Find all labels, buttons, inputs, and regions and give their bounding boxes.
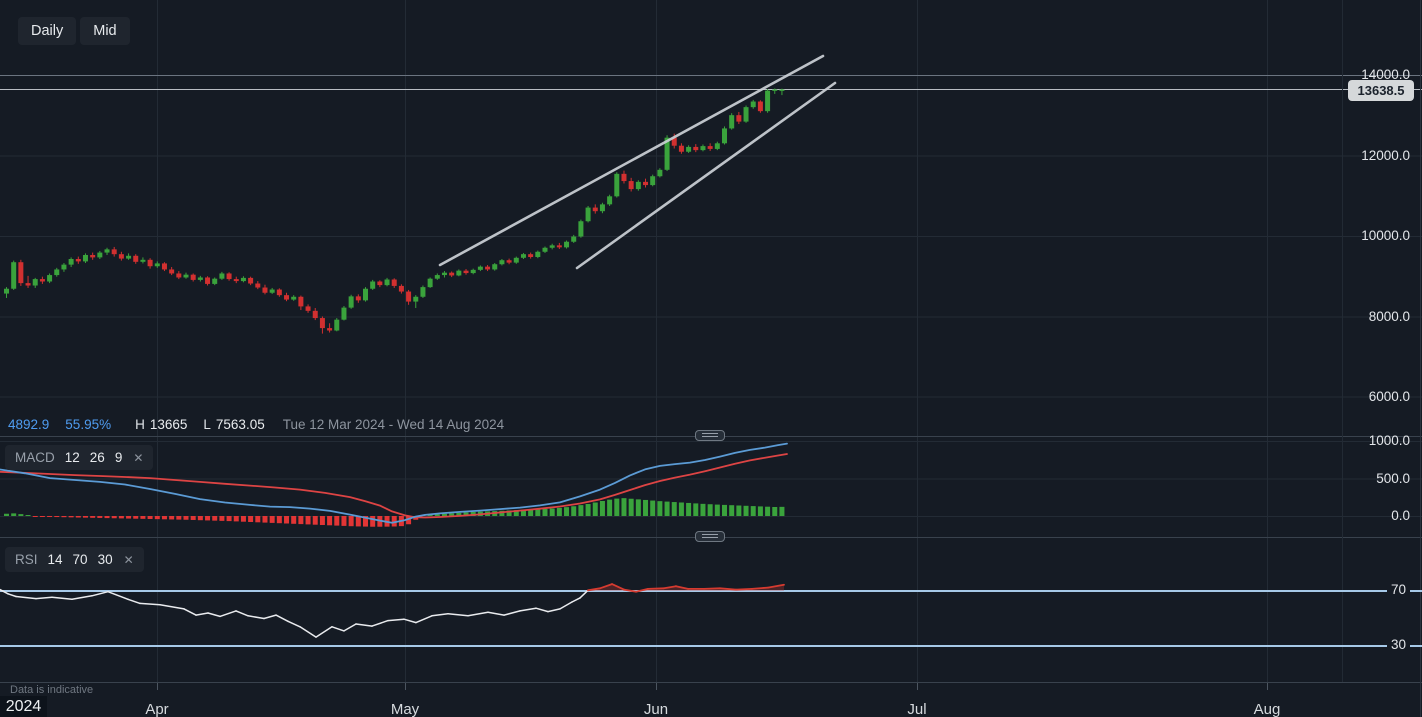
month-label: Jul	[887, 701, 947, 717]
change-value: 4892.9	[8, 417, 49, 432]
panel-resize-handle-rsi[interactable]	[695, 531, 725, 542]
status-bar: 4892.9 55.95% H 13665 L 7563.05 Tue 12 Mar…	[8, 415, 504, 433]
high-value: 13665	[150, 417, 188, 432]
chart-canvas[interactable]	[0, 0, 1422, 717]
month-label: Apr	[127, 701, 187, 717]
rsi-level-label: 30	[1387, 637, 1410, 652]
timeframe-mid-button[interactable]: Mid	[80, 17, 129, 45]
macd-param-signal: 9	[115, 450, 123, 465]
session-low: L 7563.05	[203, 417, 264, 432]
rsi-name: RSI	[15, 552, 38, 567]
low-label: L	[203, 417, 211, 432]
rsi-param-period: 14	[48, 552, 63, 567]
change-percent: 55.95%	[65, 417, 111, 432]
rsi-param-oversold: 30	[98, 552, 113, 567]
timeframe-toolbar: Daily Mid	[18, 17, 130, 45]
panel-resize-handle-macd[interactable]	[695, 430, 725, 441]
trading-chart-window: Daily Mid 4892.9 55.95% H 13665 L 7563.05 …	[0, 0, 1422, 717]
month-label: Aug	[1237, 701, 1297, 717]
rsi-close-icon[interactable]: ✕	[124, 553, 134, 567]
rsi-param-overbought: 70	[73, 552, 88, 567]
price-tick-label: 10000.0	[1361, 228, 1410, 243]
macd-param-fast: 12	[65, 450, 80, 465]
macd-tick-label: 1000.0	[1369, 433, 1410, 448]
month-label: May	[375, 701, 435, 717]
macd-close-icon[interactable]: ✕	[133, 451, 143, 465]
high-label: H	[135, 417, 145, 432]
rsi-level-label: 70	[1387, 582, 1410, 597]
macd-indicator-label[interactable]: MACD 12 26 9 ✕	[5, 445, 153, 470]
price-tick-label: 14000.0	[1361, 67, 1410, 82]
macd-tick-label: 0.0	[1391, 508, 1410, 523]
rsi-indicator-label[interactable]: RSI 14 70 30 ✕	[5, 547, 144, 572]
macd-tick-label: 500.0	[1376, 471, 1410, 486]
current-price-label: 13638.5	[1348, 80, 1414, 101]
macd-param-slow: 26	[90, 450, 105, 465]
date-range: Tue 12 Mar 2024 - Wed 14 Aug 2024	[283, 417, 504, 432]
macd-name: MACD	[15, 450, 55, 465]
year-label: 2024	[0, 696, 47, 717]
session-high: H 13665	[135, 417, 187, 432]
month-label: Jun	[626, 701, 686, 717]
low-value: 7563.05	[216, 417, 265, 432]
price-tick-label: 12000.0	[1361, 148, 1410, 163]
price-tick-label: 6000.0	[1369, 389, 1410, 404]
price-tick-label: 8000.0	[1369, 309, 1410, 324]
footnote: Data is indicative	[10, 684, 93, 696]
timeframe-daily-button[interactable]: Daily	[18, 17, 76, 45]
